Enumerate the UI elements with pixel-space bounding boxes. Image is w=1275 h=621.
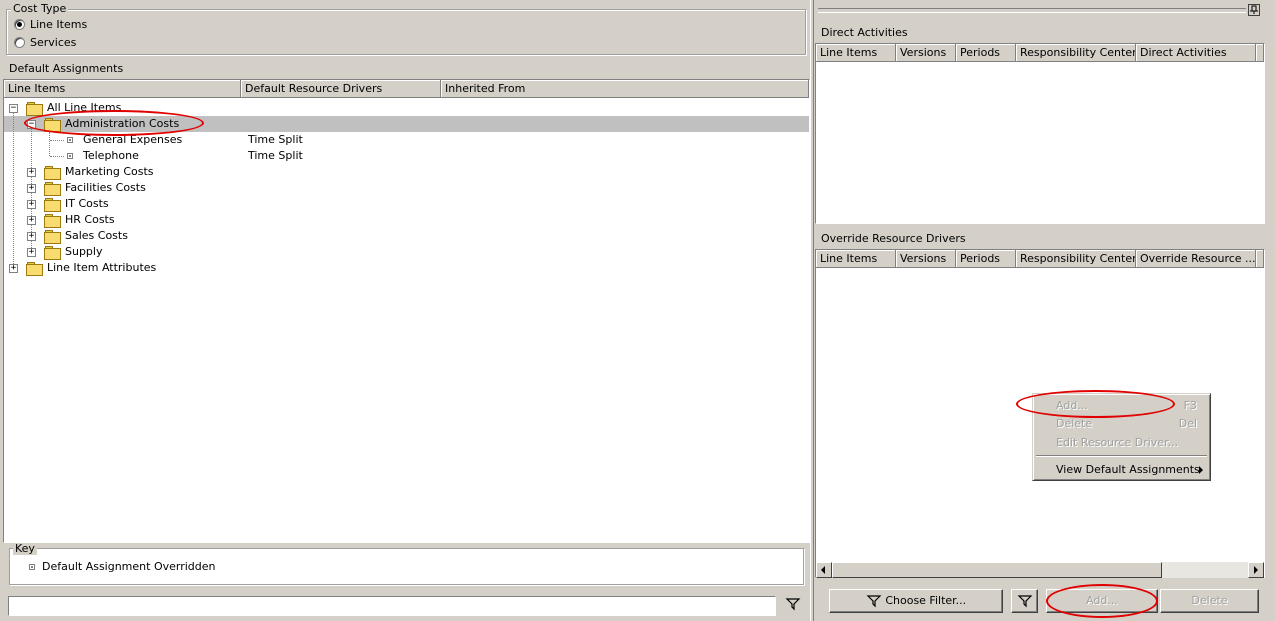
tree-label: Marketing Costs — [65, 165, 154, 178]
da-col-direct-activities[interactable]: Direct Activities — [1136, 44, 1256, 62]
tree-label: General Expenses — [83, 133, 183, 146]
splitter[interactable] — [810, 0, 814, 621]
tree-row-hr-costs[interactable]: + HR Costs — [4, 212, 304, 228]
folder-icon — [44, 166, 61, 180]
resource-driver-value: Time Split — [248, 149, 303, 162]
menu-item-edit-resource-driver[interactable]: Edit Resource Driver... — [1036, 434, 1207, 452]
tree-row-sales-costs[interactable]: + Sales Costs — [4, 228, 304, 244]
folder-open-icon — [26, 102, 43, 116]
tree-label: All Line Items — [47, 101, 122, 114]
tree-row-line-item-attributes[interactable]: + Line Item Attributes — [4, 260, 304, 276]
expand-icon[interactable]: + — [27, 200, 36, 209]
collapse-icon[interactable]: − — [27, 120, 36, 129]
tree-row-general-expenses[interactable]: General Expenses Time Split — [4, 132, 324, 148]
tree-row-all-line-items[interactable]: − All Line Items — [4, 100, 304, 116]
expand-icon[interactable]: + — [27, 168, 36, 177]
expand-icon[interactable]: + — [27, 232, 36, 241]
scroll-left-button[interactable] — [816, 562, 832, 578]
top-strip — [818, 8, 1246, 13]
choose-filter-button[interactable]: Choose Filter... — [829, 589, 1003, 613]
expand-icon[interactable]: + — [27, 184, 36, 193]
tree-row-administration-costs[interactable]: − Administration Costs — [4, 116, 304, 132]
folder-open-icon — [44, 118, 61, 132]
folder-icon — [44, 230, 61, 244]
expand-icon[interactable]: + — [27, 248, 36, 257]
tree-label: IT Costs — [65, 197, 109, 210]
filter-input[interactable] — [8, 596, 776, 616]
filter-toggle-button[interactable] — [1011, 589, 1038, 613]
direct-activities-title: Direct Activities — [821, 26, 908, 39]
expand-icon[interactable]: + — [9, 264, 18, 273]
cost-type-title: Cost Type — [11, 2, 69, 15]
services-radio[interactable] — [14, 37, 25, 48]
ord-col-filler — [1256, 250, 1264, 268]
tree-label: Supply — [65, 245, 103, 258]
cost-type-group — [6, 9, 806, 55]
menu-item-add[interactable]: Add... F3 — [1036, 397, 1207, 415]
da-col-periods[interactable]: Periods — [956, 44, 1016, 62]
da-col-line-items[interactable]: Line Items — [816, 44, 896, 62]
folder-icon — [26, 262, 43, 276]
folder-icon — [44, 214, 61, 228]
folder-icon — [44, 246, 61, 260]
override-marker-icon — [67, 153, 73, 159]
scroll-thumb[interactable] — [832, 562, 1162, 578]
filter-icon — [866, 595, 882, 608]
da-col-responsibility-centers[interactable]: Responsibility Centers — [1016, 44, 1136, 62]
key-item-label: Default Assignment Overridden — [42, 560, 216, 573]
da-col-filler — [1256, 44, 1264, 62]
horizontal-scrollbar[interactable] — [816, 562, 1264, 578]
tree-row-supply[interactable]: + Supply — [4, 244, 304, 260]
override-marker-icon — [29, 564, 35, 570]
key-title: Key — [13, 542, 37, 555]
collapse-icon[interactable]: − — [9, 104, 18, 113]
services-radio-label[interactable]: Services — [30, 36, 76, 49]
tree-row-it-costs[interactable]: + IT Costs — [4, 196, 304, 212]
ord-col-responsibility-centers[interactable]: Responsibility Centers — [1016, 250, 1136, 268]
tree-label: HR Costs — [65, 213, 115, 226]
context-menu: Add... F3 Delete Del Edit Resource Drive… — [1032, 393, 1211, 481]
folder-icon — [44, 198, 61, 212]
folder-icon — [44, 182, 61, 196]
col-header-line-items[interactable]: Line Items — [4, 80, 241, 98]
add-button[interactable]: Add... — [1046, 589, 1158, 613]
ord-col-periods[interactable]: Periods — [956, 250, 1016, 268]
pin-icon[interactable] — [1248, 4, 1260, 16]
menu-item-delete[interactable]: Delete Del — [1036, 415, 1207, 433]
tree-label: Sales Costs — [65, 229, 128, 242]
tree-label: Line Item Attributes — [47, 261, 157, 274]
tree-row-telephone[interactable]: Telephone Time Split — [4, 148, 324, 164]
line-items-radio-label[interactable]: Line Items — [30, 18, 87, 31]
filter-icon — [1017, 595, 1032, 608]
override-resource-drivers-title: Override Resource Drivers — [821, 232, 966, 245]
tree-row-marketing-costs[interactable]: + Marketing Costs — [4, 164, 304, 180]
menu-item-view-default-assignments[interactable]: View Default Assignments — [1036, 461, 1207, 479]
menu-separator — [1036, 455, 1207, 457]
col-header-default-resource-drivers[interactable]: Default Resource Drivers — [241, 80, 441, 98]
resource-driver-value: Time Split — [248, 133, 303, 146]
tree-label: Facilities Costs — [65, 181, 146, 194]
direct-activities-table: Line Items Versions Periods Responsibili… — [815, 43, 1265, 224]
delete-button[interactable]: Delete — [1160, 589, 1259, 613]
line-items-radio[interactable] — [14, 19, 25, 30]
tree-row-facilities-costs[interactable]: + Facilities Costs — [4, 180, 304, 196]
col-header-inherited-from[interactable]: Inherited From — [441, 80, 809, 98]
default-assignments-title: Default Assignments — [9, 62, 124, 75]
tree-label: Telephone — [83, 149, 139, 162]
expand-icon[interactable]: + — [27, 216, 36, 225]
da-col-versions[interactable]: Versions — [896, 44, 956, 62]
ord-col-versions[interactable]: Versions — [896, 250, 956, 268]
ord-col-line-items[interactable]: Line Items — [816, 250, 896, 268]
tree-label: Administration Costs — [65, 117, 180, 130]
submenu-arrow-icon — [1199, 466, 1203, 474]
filter-icon[interactable] — [783, 594, 803, 614]
scroll-right-button[interactable] — [1248, 562, 1264, 578]
ord-col-override-resource[interactable]: Override Resource ... — [1136, 250, 1256, 268]
override-marker-icon — [67, 137, 73, 143]
